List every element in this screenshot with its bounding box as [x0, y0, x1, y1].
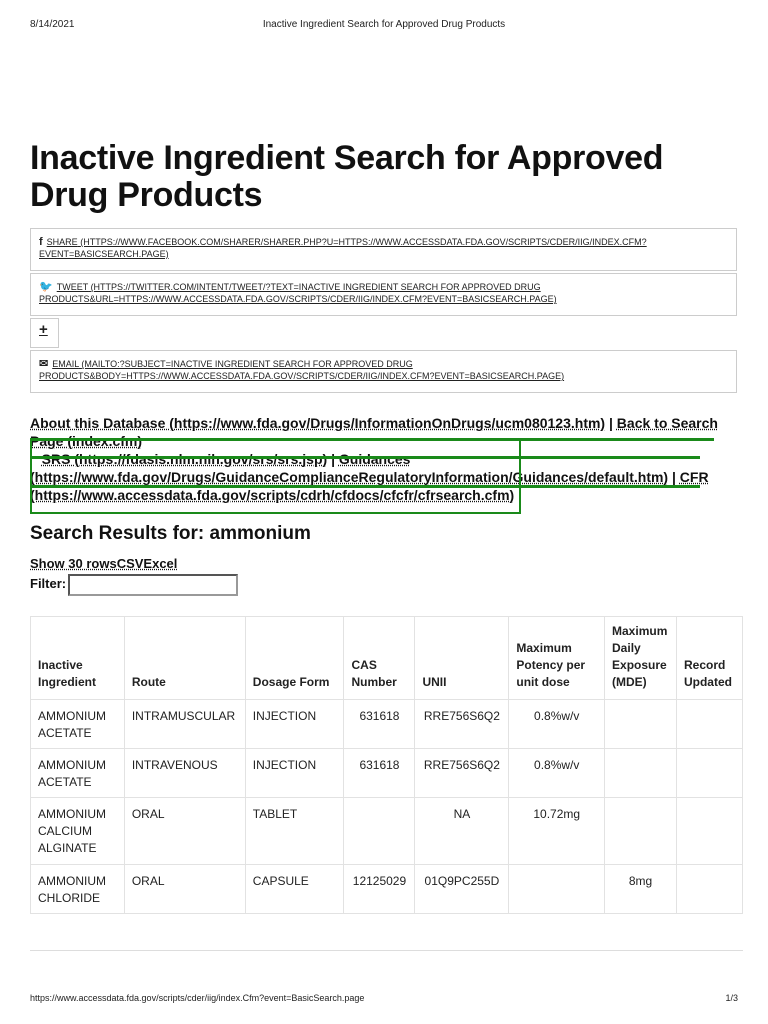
twitter-icon: 🐦: [39, 281, 53, 293]
cell-dosage-form: INJECTION: [244, 699, 345, 749]
cell-updated: [675, 864, 744, 914]
cell-ingredient: AMMONIUM ACETATE: [30, 748, 125, 798]
results-heading: Search Results for: ammonium: [30, 523, 311, 544]
email-link[interactable]: EMAIL (MAILTO:?SUBJECT=INACTIVE INGREDIE…: [39, 359, 564, 381]
cell-route: ORAL: [123, 864, 246, 914]
facebook-icon: f: [39, 236, 43, 248]
cell-cas: 631618: [343, 748, 416, 798]
share-facebook-link[interactable]: SHARE (HTTPS://WWW.FACEBOOK.COM/SHARER/S…: [39, 237, 647, 259]
cell-dosage-form: CAPSULE: [244, 864, 345, 914]
divider: [30, 950, 743, 951]
cell-route: ORAL: [123, 797, 246, 865]
cell-mde: [604, 748, 677, 798]
print-title: Inactive Ingredient Search for Approved …: [262, 19, 506, 30]
cell-dosage-form: INJECTION: [244, 748, 345, 798]
share-facebook: f SHARE (HTTPS://WWW.FACEBOOK.COM/SHARER/…: [30, 228, 737, 271]
cell-route: INTRAMUSCULAR: [123, 699, 246, 749]
cell-potency: [508, 864, 606, 914]
col-header-updated[interactable]: Record Updated: [675, 616, 744, 700]
envelope-icon: ✉: [39, 358, 49, 370]
col-header-mde[interactable]: Maximum Daily Exposure (MDE): [604, 616, 677, 700]
filter-input[interactable]: [68, 574, 238, 596]
cell-ingredient: AMMONIUM ACETATE: [30, 699, 125, 749]
cell-updated: [675, 797, 744, 865]
cell-potency: 0.8%w/v: [508, 748, 606, 798]
cell-potency: 0.8%w/v: [508, 699, 606, 749]
cell-unii: NA: [414, 797, 510, 865]
results-table: Inactive Ingredient Route Dosage Form CA…: [30, 616, 744, 914]
cell-mde: 8mg: [604, 864, 677, 914]
col-header-ingredient[interactable]: Inactive Ingredient: [30, 616, 125, 700]
tweet-url: (HTTPS://TWITTER.COM/INTENT/TWEET/?TEXT=…: [39, 282, 557, 304]
table-row: AMMONIUM ACETATE INTRAVENOUS INJECTION 6316…: [30, 748, 744, 798]
table-row: AMMONIUM CALCIUM ALGINATE ORAL TABLET NA 10.…: [30, 797, 744, 865]
cell-unii: 01Q9PC255D: [414, 864, 510, 914]
cell-cas: [343, 797, 416, 865]
about-database-link[interactable]: About this Database (https://www.fda.gov…: [30, 415, 605, 431]
email-url: (MAILTO:?SUBJECT=INACTIVE INGREDIENT SEA…: [39, 359, 565, 381]
tweet-link[interactable]: TWEET (HTTPS://TWITTER.COM/INTENT/TWEET/…: [39, 282, 557, 304]
col-header-potency[interactable]: Maximum Potency per unit dose: [508, 616, 606, 700]
cell-updated: [675, 748, 744, 798]
cell-mde: [604, 699, 677, 749]
separator: |: [671, 469, 676, 485]
more-share-button[interactable]: +: [30, 318, 59, 348]
cell-ingredient: AMMONIUM CALCIUM ALGINATE: [30, 797, 125, 865]
col-header-cas[interactable]: CAS Number: [343, 616, 416, 700]
cell-cas: 631618: [343, 699, 416, 749]
cell-mde: [604, 797, 677, 865]
page-title: Inactive Ingredient Search for Approved …: [30, 139, 664, 214]
table-row: AMMONIUM ACETATE INTRAMUSCULAR INJECTION 63…: [30, 699, 744, 749]
cell-dosage-form: TABLET: [244, 797, 345, 865]
cell-potency: 10.72mg: [508, 797, 606, 865]
share-label: SHARE: [46, 237, 78, 247]
filter-label: Filter:: [30, 576, 67, 591]
separator: |: [608, 415, 613, 431]
cell-ingredient: AMMONIUM CHLORIDE: [30, 864, 125, 914]
table-row: AMMONIUM CHLORIDE ORAL CAPSULE 12125029 01Q9…: [30, 864, 744, 914]
table-buttons[interactable]: Show 30 rowsCSVExcel: [30, 556, 177, 571]
email-label: EMAIL: [52, 359, 79, 369]
share-twitter: 🐦 TWEET (HTTPS://TWITTER.COM/INTENT/TWEET…: [30, 273, 737, 316]
filter-row: Filter:: [30, 574, 238, 596]
col-header-dosage-form[interactable]: Dosage Form: [244, 616, 345, 700]
col-header-unii[interactable]: UNII: [414, 616, 510, 700]
col-header-route[interactable]: Route: [123, 616, 246, 700]
cell-unii: RRE756S6Q2: [414, 748, 510, 798]
share-email: ✉ EMAIL (MAILTO:?SUBJECT=INACTIVE INGREDI…: [30, 350, 737, 393]
cell-updated: [675, 699, 744, 749]
annotation-box: [30, 438, 521, 514]
cell-cas: 12125029: [343, 864, 416, 914]
tweet-label: TWEET: [56, 282, 89, 292]
cell-route: INTRAVENOUS: [123, 748, 246, 798]
share-url: (HTTPS://WWW.FACEBOOK.COM/SHARER/SHARER.…: [39, 237, 647, 259]
print-footer-url: https://www.accessdata.fda.gov/scripts/c…: [30, 993, 365, 1003]
print-page-number: 1/3: [725, 993, 738, 1003]
cell-unii: RRE756S6Q2: [414, 699, 510, 749]
